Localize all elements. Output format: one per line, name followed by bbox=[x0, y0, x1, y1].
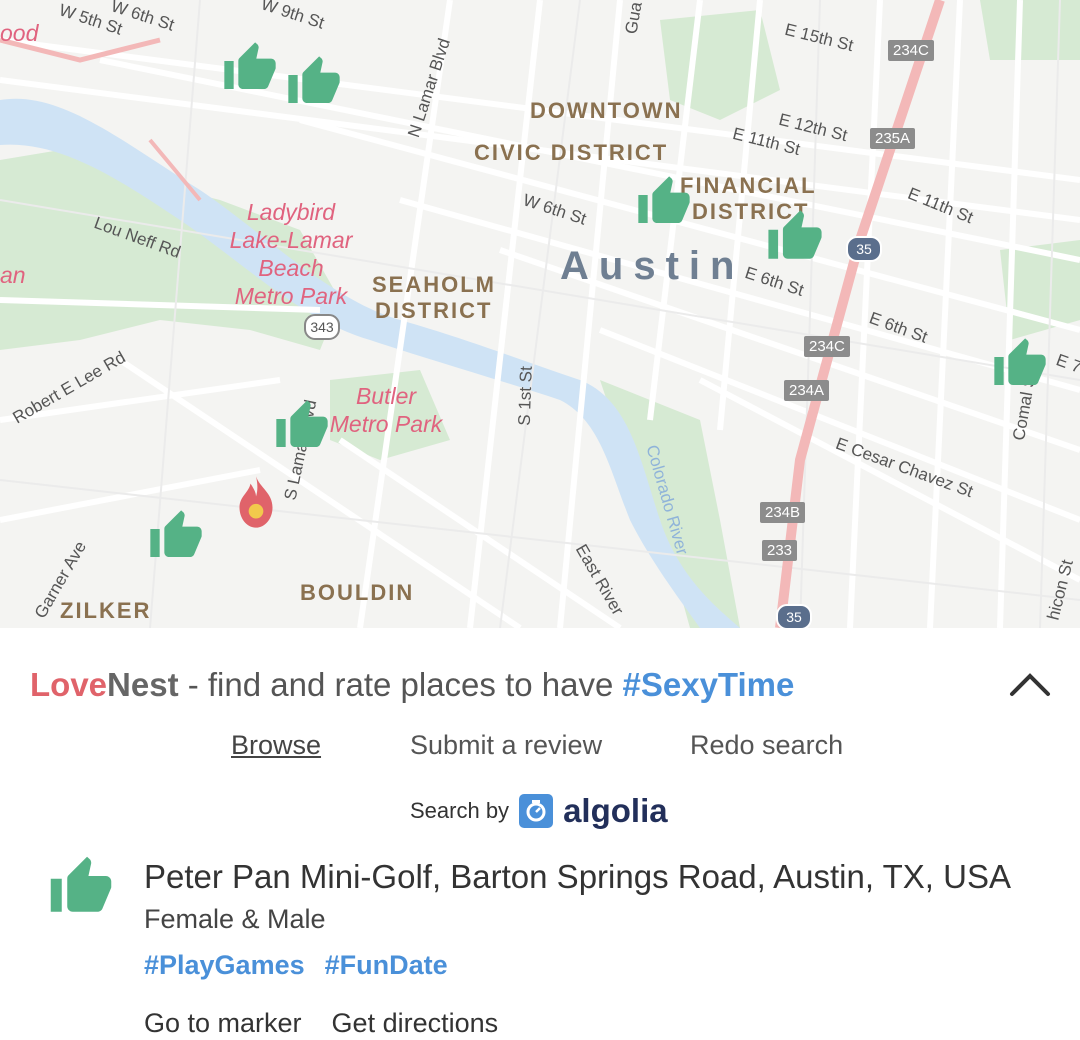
title-hashtag[interactable]: #SexyTime bbox=[623, 666, 795, 703]
nav-browse[interactable]: Browse bbox=[231, 730, 321, 761]
exit-shield: 234C bbox=[804, 336, 850, 357]
brand-love: Love bbox=[30, 666, 108, 703]
park-label-line: Ladybird bbox=[246, 199, 336, 225]
chevron-up-icon[interactable] bbox=[1006, 668, 1054, 698]
park-label-fragment: an bbox=[0, 262, 26, 288]
exit-shield: 235A bbox=[870, 128, 916, 149]
park-label-line: Beach bbox=[258, 255, 324, 281]
exit-shield: 234C bbox=[888, 40, 934, 61]
park-label: Ladybird Lake-Lamar Beach Metro Park bbox=[216, 198, 366, 310]
search-by-algolia[interactable]: Search by algolia bbox=[410, 792, 668, 830]
nav-submit-review[interactable]: Submit a review bbox=[410, 730, 602, 761]
go-to-marker-button[interactable]: Go to marker bbox=[144, 1008, 302, 1038]
district-label: SEAHOLM bbox=[372, 272, 496, 297]
district-label: DOWNTOWN bbox=[530, 98, 683, 123]
park-label-line: Lake-Lamar bbox=[229, 227, 353, 253]
get-directions-button[interactable]: Get directions bbox=[332, 1008, 499, 1038]
thumbs-up-marker[interactable] bbox=[286, 54, 342, 110]
district-label: ZILKER bbox=[60, 598, 152, 623]
park-label-line: Metro Park bbox=[329, 411, 443, 437]
map-view[interactable]: DOWNTOWN CIVIC DISTRICT FINANCIAL DISTRI… bbox=[0, 0, 1080, 628]
algolia-logo-icon bbox=[519, 794, 554, 828]
exit-shield: 233 bbox=[762, 540, 798, 561]
district-label: FINANCIAL bbox=[680, 173, 817, 198]
thumbs-up-marker[interactable] bbox=[274, 398, 330, 454]
result-title: Peter Pan Mini-Golf, Barton Springs Road… bbox=[144, 858, 1011, 895]
thumbs-up-icon bbox=[50, 856, 112, 912]
result-subtitle: Female & Male bbox=[144, 904, 326, 934]
thumbs-up-marker[interactable] bbox=[148, 508, 204, 564]
thumbs-up-marker[interactable] bbox=[222, 40, 278, 96]
interstate-shield: 35 bbox=[776, 604, 812, 628]
result-tags: #PlayGames #FunDate bbox=[144, 950, 468, 981]
district-label: BOULDIN bbox=[300, 580, 415, 605]
flame-marker[interactable] bbox=[234, 474, 278, 530]
district-label: CIVIC DISTRICT bbox=[474, 140, 669, 165]
result-actions: Go to marker Get directions bbox=[144, 1008, 528, 1039]
thumbs-up-marker[interactable] bbox=[636, 174, 692, 230]
tag-link[interactable]: #PlayGames bbox=[144, 950, 305, 980]
park-label-line: Butler bbox=[355, 383, 417, 409]
app-title: LoveNest - find and rate places to have … bbox=[30, 666, 794, 704]
park-label-fragment: ood bbox=[0, 20, 39, 46]
exit-shield: 234A bbox=[784, 380, 830, 401]
interstate-shield: 35 bbox=[846, 236, 882, 262]
park-label-line: Metro Park bbox=[234, 283, 348, 309]
exit-shield: 234B bbox=[760, 502, 806, 523]
nav-redo-search[interactable]: Redo search bbox=[690, 730, 843, 761]
tagline: - find and rate places to have bbox=[178, 666, 623, 703]
algolia-wordmark: algolia bbox=[563, 792, 668, 829]
brand-nest: Nest bbox=[107, 666, 179, 703]
search-by-label: Search by bbox=[410, 798, 510, 823]
highway-shield: 343 bbox=[304, 314, 340, 340]
park-label: Butler Metro Park bbox=[316, 382, 456, 438]
street-label: S 1st St bbox=[514, 365, 536, 427]
thumbs-up-marker[interactable] bbox=[766, 208, 824, 266]
thumbs-up-marker[interactable] bbox=[992, 336, 1048, 392]
city-label: Austin bbox=[560, 244, 745, 288]
district-label: DISTRICT bbox=[375, 298, 493, 323]
tag-link[interactable]: #FunDate bbox=[325, 950, 448, 980]
info-panel: LoveNest - find and rate places to have … bbox=[0, 628, 1080, 1040]
